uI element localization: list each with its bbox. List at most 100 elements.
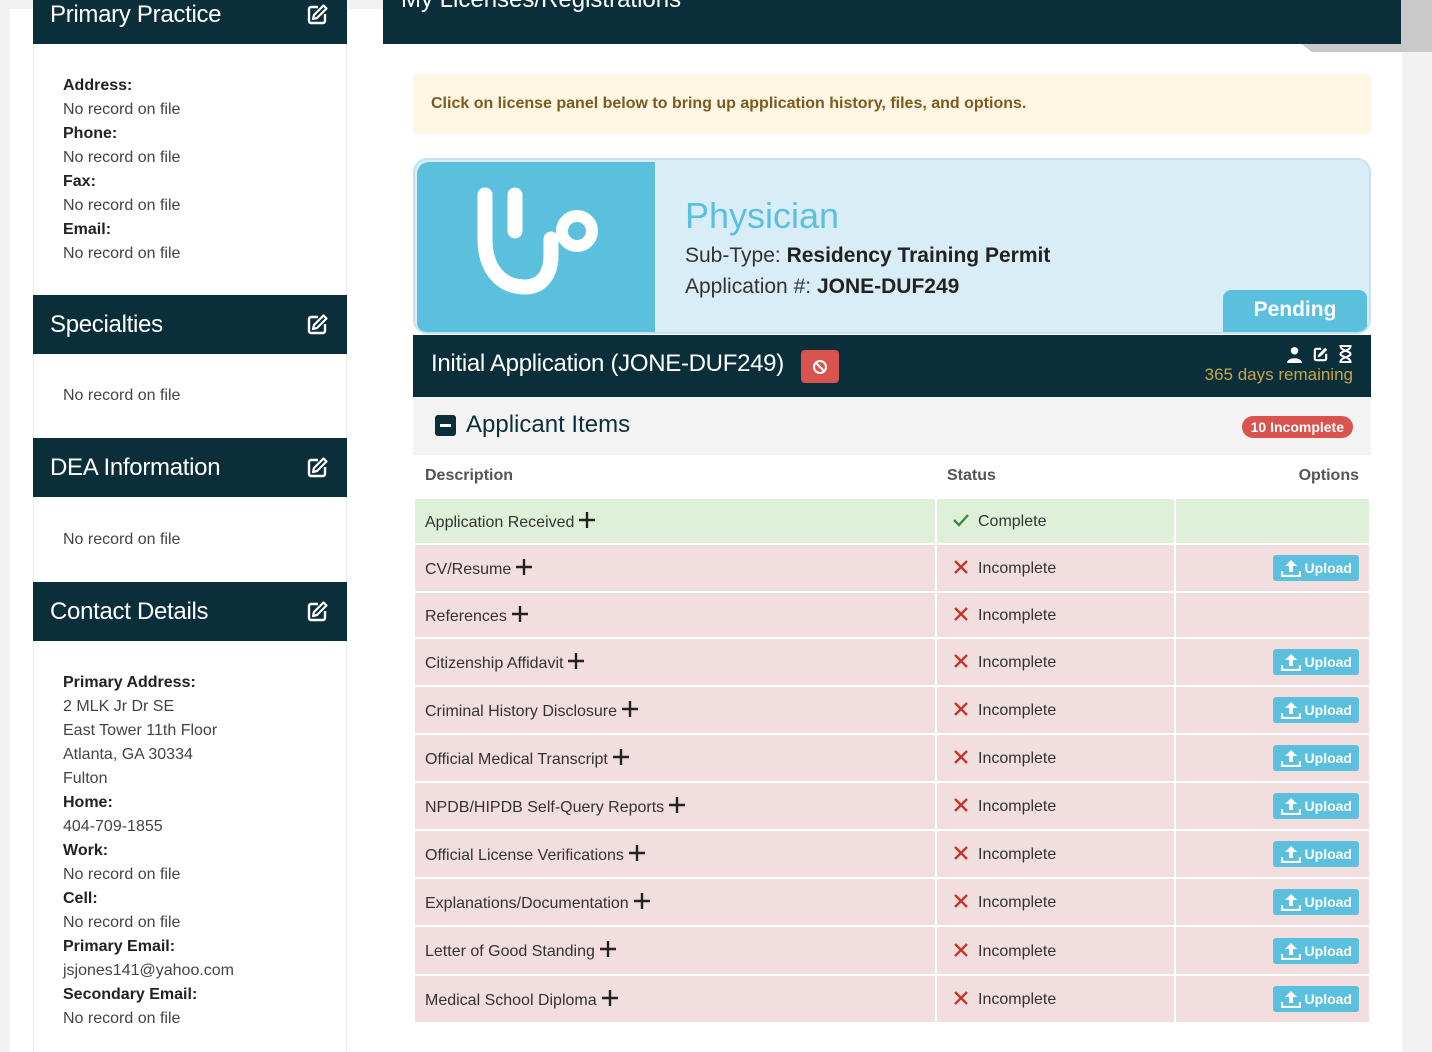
item-status-cell: Incomplete	[935, 925, 1176, 976]
upload-label: Upload	[1304, 846, 1352, 862]
item-status: Incomplete	[978, 607, 1057, 624]
table-row: CV/Resume Incomplete Upload	[413, 543, 1371, 593]
field-label: Primary Email:	[63, 938, 176, 955]
panel-title: DEA Information	[50, 453, 221, 481]
license-panel[interactable]: Physician Sub-Type: Residency Training P…	[413, 158, 1371, 334]
edit-icon[interactable]	[1312, 346, 1329, 363]
field-label: Home:	[63, 794, 113, 811]
field-value: No record on file	[63, 531, 181, 548]
field-value: No record on file	[63, 197, 181, 214]
days-remaining: 365 days remaining	[1204, 365, 1353, 384]
field-value: No record on file	[63, 866, 181, 883]
field-label: Secondary Email:	[63, 986, 198, 1003]
table-row: Criminal History Disclosure Incomplete Upl…	[413, 685, 1371, 735]
expand-plus-icon[interactable]	[599, 940, 617, 958]
item-status: Incomplete	[978, 560, 1057, 577]
field-value: No record on file	[63, 245, 181, 262]
field-value: No record on file	[63, 149, 181, 166]
upload-icon	[1280, 846, 1301, 863]
panel-title: Specialties	[50, 310, 163, 338]
licenses-header: My Licenses/Registrations	[383, 0, 1401, 44]
upload-label: Upload	[1304, 942, 1352, 959]
item-status: Incomplete	[978, 702, 1057, 719]
license-appnum: Application #: JONE-DUF249	[685, 275, 959, 299]
upload-button[interactable]: Upload	[1272, 649, 1359, 675]
column-header-status: Status	[936, 455, 1175, 498]
cancel-application-button[interactable]	[801, 350, 839, 383]
application-bar[interactable]: Initial Application (JONE-DUF249) 365 da…	[413, 335, 1371, 397]
contact-details-header: Contact Details	[33, 582, 347, 641]
edit-icon[interactable]	[305, 456, 329, 480]
item-description-cell: Criminal History Disclosure	[413, 685, 937, 735]
item-status-cell: Incomplete	[935, 591, 1176, 639]
table-row: Medical School Diploma Incomplete Upload	[413, 974, 1371, 1024]
field-label: Phone:	[63, 125, 118, 142]
expand-plus-icon[interactable]	[511, 605, 529, 623]
upload-button[interactable]: Upload	[1272, 986, 1359, 1012]
item-description-cell: NPDB/HIPDB Self-Query Reports	[413, 781, 937, 831]
upload-button[interactable]: Upload	[1272, 937, 1359, 964]
upload-label: Upload	[1304, 560, 1352, 576]
item-options-cell: Upload	[1174, 637, 1371, 687]
expand-plus-icon[interactable]	[633, 892, 651, 910]
item-options-cell: Upload	[1174, 877, 1371, 927]
item-description: Criminal History Disclosure	[425, 702, 618, 720]
upload-label: Upload	[1304, 798, 1352, 814]
expand-plus-icon[interactable]	[628, 844, 646, 862]
applicant-items-table: Description Status Options Application R…	[413, 455, 1371, 1024]
user-icon[interactable]	[1286, 346, 1303, 363]
expand-plus-icon[interactable]	[621, 700, 639, 718]
edit-icon[interactable]	[305, 313, 329, 337]
expand-plus-icon[interactable]	[612, 748, 630, 766]
expand-plus-icon[interactable]	[515, 558, 533, 576]
item-description-cell: Citizenship Affidavit	[413, 637, 937, 687]
applicant-items-bar[interactable]: Applicant Items 10 Incomplete	[413, 397, 1371, 455]
expand-plus-icon[interactable]	[578, 511, 596, 529]
upload-button[interactable]: Upload	[1272, 697, 1359, 723]
hourglass-icon[interactable]	[1338, 345, 1353, 363]
license-subtype: Sub-Type: Residency Training Permit	[685, 244, 1050, 268]
upload-button[interactable]: Upload	[1272, 793, 1359, 819]
field-value: No record on file	[63, 387, 181, 404]
item-status-cell: Incomplete	[935, 781, 1176, 831]
upload-button[interactable]: Upload	[1272, 555, 1359, 581]
upload-button[interactable]: Upload	[1272, 841, 1359, 867]
table-row: Official Medical Transcript Incomplete Upl…	[413, 733, 1371, 783]
address-line: East Tower 11th Floor	[63, 722, 218, 739]
item-options-cell: Upload	[1174, 733, 1371, 783]
item-description: Official Medical Transcript	[425, 750, 608, 768]
table-row: References Incomplete	[413, 591, 1371, 639]
x-icon	[954, 894, 968, 908]
item-status-cell: Incomplete	[935, 829, 1176, 879]
item-options-cell: Upload	[1174, 974, 1371, 1024]
specialties-body: No record on file	[33, 354, 347, 438]
table-header-row: Description Status Options	[414, 455, 1370, 498]
collapse-icon[interactable]	[435, 415, 456, 436]
upload-icon	[1280, 942, 1301, 960]
expand-plus-icon[interactable]	[567, 652, 585, 670]
check-icon	[953, 514, 969, 527]
appnum-label: Application #:	[685, 275, 812, 298]
field-label: Fax:	[63, 173, 96, 190]
item-description-cell: Explanations/Documentation	[413, 877, 937, 927]
upload-icon	[1280, 702, 1301, 719]
item-status-cell: Incomplete	[935, 637, 1176, 687]
x-icon	[954, 654, 968, 668]
item-description-cell: Letter of Good Standing	[413, 925, 937, 976]
item-status-cell: Incomplete	[935, 733, 1176, 783]
edit-icon[interactable]	[305, 3, 329, 27]
upload-icon	[1280, 560, 1301, 577]
license-icon-box	[417, 162, 655, 332]
upload-button[interactable]: Upload	[1272, 889, 1359, 915]
item-options-cell: Upload	[1174, 781, 1371, 831]
item-status-cell: Incomplete	[935, 974, 1176, 1024]
item-description-cell: Application Received	[413, 497, 937, 545]
upload-button[interactable]: Upload	[1272, 745, 1359, 771]
expand-plus-icon[interactable]	[668, 796, 686, 814]
expand-plus-icon[interactable]	[601, 989, 619, 1007]
edit-icon[interactable]	[305, 600, 329, 624]
field-value: No record on file	[63, 1010, 181, 1027]
applicant-items-title: Applicant Items	[466, 411, 631, 438]
subtype-label: Sub-Type:	[685, 244, 781, 267]
item-status-cell: Complete	[935, 497, 1176, 545]
